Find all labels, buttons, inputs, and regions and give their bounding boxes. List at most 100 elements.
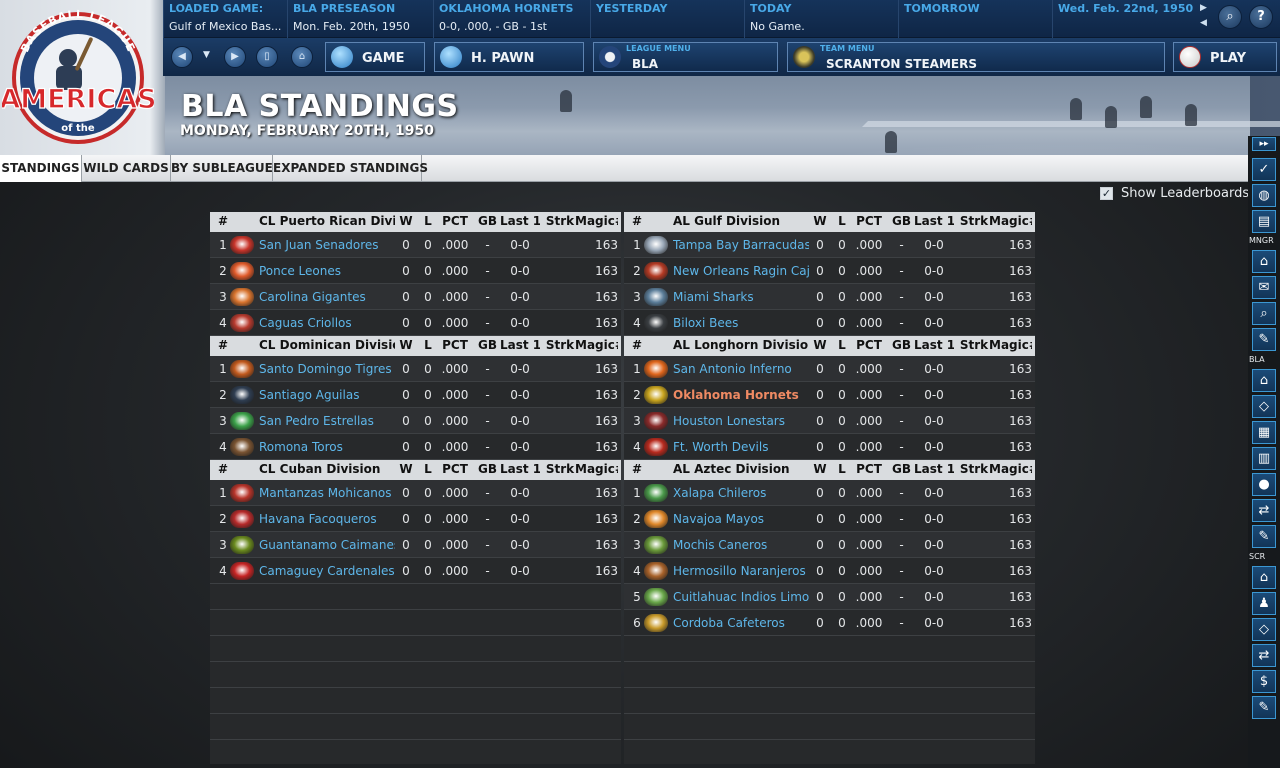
team-name-link[interactable]: Santo Domingo Tigres [259, 362, 395, 376]
table-icon[interactable]: ▦ [1252, 421, 1276, 444]
team-logo-icon[interactable] [230, 412, 254, 430]
column-header-strk[interactable]: Strk [957, 214, 991, 228]
team-logo-icon[interactable] [230, 510, 254, 528]
table-row[interactable]: 5 Cuitlahuac Indios Limon 0 0 .000 - 0-0 163 [624, 584, 1035, 610]
search-icon[interactable]: ⌕ [1218, 5, 1242, 29]
column-header-pct[interactable]: PCT [439, 214, 471, 228]
team-name-link[interactable]: San Antonio Inferno [673, 362, 809, 376]
column-header-num[interactable]: # [217, 462, 229, 476]
team-logo-icon[interactable] [644, 236, 668, 254]
table-row[interactable]: 2 Havana Facoqueros 0 0 .000 - 0-0 163 [210, 506, 621, 532]
scroll-left-icon[interactable]: ◀ [1200, 18, 1207, 28]
info-today[interactable]: TODAY No Game. [744, 0, 898, 38]
team-logo-icon[interactable] [644, 360, 668, 378]
forward-arrow-icon[interactable]: ▶ [224, 46, 246, 68]
team-name-link[interactable]: Biloxi Bees [673, 316, 809, 330]
table-row[interactable]: 2 New Orleans Ragin Cajuns 00 .000 - 0-0 163 [624, 258, 1035, 284]
team-logo-icon[interactable] [644, 510, 668, 528]
play-button[interactable]: PLAY [1173, 42, 1277, 72]
column-header-w[interactable]: W [811, 462, 829, 476]
column-header-l[interactable]: L [419, 338, 437, 352]
column-header-pct[interactable]: PCT [853, 214, 885, 228]
team-logo-icon[interactable] [644, 536, 668, 554]
globe-icon[interactable]: ◍ [1252, 184, 1276, 207]
team-name-link[interactable]: Houston Lonestars [673, 414, 809, 428]
column-header-num[interactable]: # [217, 338, 229, 352]
column-header-magic[interactable]: Magic# [989, 462, 1032, 476]
team-logo-icon[interactable] [644, 614, 668, 632]
column-header-l[interactable]: L [833, 338, 851, 352]
team-name-link[interactable]: Carolina Gigantes [259, 290, 395, 304]
table-row[interactable]: 3 Mochis Caneros 0 0 .000 - 0-0 163 [624, 532, 1035, 558]
search-icon[interactable]: ⌕ [1252, 302, 1276, 325]
team-name-link[interactable]: Hermosillo Naranjeros [673, 564, 809, 578]
help-icon[interactable]: ? [1249, 5, 1273, 29]
column-header-magic[interactable]: Magic# [575, 214, 618, 228]
column-header-strk[interactable]: Strk [543, 462, 577, 476]
table-row[interactable]: 4 Hermosillo Naranjeros 0 0 .000 - 0-0 163 [624, 558, 1035, 584]
team-logo-icon[interactable] [644, 484, 668, 502]
team-name-link[interactable]: Mantanzas Mohicanos [259, 486, 395, 500]
team-logo-icon[interactable] [644, 562, 668, 580]
column-header-gb[interactable]: GB [475, 338, 500, 352]
diamond-icon[interactable]: ◇ [1252, 618, 1276, 641]
table-row[interactable]: 3 Houston Lonestars 0 0 .000 - 0-0 163 [624, 408, 1035, 434]
table-row[interactable]: 3 Carolina Gigantes 0 0 .000 - 0-0 163 [210, 284, 621, 310]
table-row[interactable]: 3 Guantanamo Caimanes 0 0 .000 - 0-0 163 [210, 532, 621, 558]
info-next-date[interactable]: Wed. Feb. 22nd, 1950 [1052, 0, 1197, 38]
table-row[interactable]: 4 Ft. Worth Devils 0 0 .000 - 0-0 163 [624, 434, 1035, 460]
team-name-link[interactable]: Mochis Caneros [673, 538, 809, 552]
notebook-icon[interactable]: ▤ [1252, 210, 1276, 233]
column-header-num[interactable]: # [631, 338, 643, 352]
team-name-link[interactable]: San Pedro Estrellas [259, 414, 395, 428]
column-header-gb[interactable]: GB [889, 214, 914, 228]
team-logo-icon[interactable] [230, 438, 254, 456]
team-logo-icon[interactable] [230, 314, 254, 332]
history-dropdown-icon[interactable]: ▼ [203, 50, 210, 60]
column-header-num[interactable]: # [217, 214, 229, 228]
tab-by-subleague[interactable]: BY SUBLEAGUE [171, 155, 273, 182]
column-header-num[interactable]: # [631, 462, 643, 476]
show-leaderboards-toggle[interactable]: ✓ Show Leaderboards [1100, 186, 1249, 202]
table-row[interactable]: 1 Tampa Bay Barracudas 0 0 .000 - 0-0 163 [624, 232, 1035, 258]
table-row[interactable]: 1 Santo Domingo Tigres 0 0 .000 - 0-0 163 [210, 356, 621, 382]
team-name-link[interactable]: Caguas Criollos [259, 316, 395, 330]
scroll-right-icon[interactable]: ▶ [1200, 3, 1207, 13]
column-header-l[interactable]: L [833, 462, 851, 476]
dollar-icon[interactable]: $ [1252, 670, 1276, 693]
column-header-gb[interactable]: GB [475, 462, 500, 476]
game-menu-button[interactable]: GAME [325, 42, 425, 72]
column-header-last10[interactable]: Last 10 [914, 214, 954, 228]
team-name-link[interactable]: Navajoa Mayos [673, 512, 809, 526]
column-header-last10[interactable]: Last 10 [914, 462, 954, 476]
transactions-icon[interactable]: ⇄ [1252, 499, 1276, 522]
team-name-link[interactable]: Cordoba Cafeteros [673, 616, 809, 630]
team-logo-icon[interactable] [230, 536, 254, 554]
column-header-w[interactable]: W [397, 214, 415, 228]
team-name-link[interactable]: Ft. Worth Devils [673, 440, 809, 454]
team-logo-icon[interactable] [230, 484, 254, 502]
column-header-w[interactable]: W [811, 338, 829, 352]
team-name-link[interactable]: New Orleans Ragin Cajuns [673, 264, 809, 278]
table-row[interactable]: 3 Miami Sharks 0 0 .000 - 0-0 163 [624, 284, 1035, 310]
team-name-link[interactable]: Miami Sharks [673, 290, 809, 304]
player-icon[interactable]: ♟ [1252, 592, 1276, 615]
column-header-magic[interactable]: Magic# [989, 338, 1032, 352]
team-name-link[interactable]: Santiago Aguilas [259, 388, 395, 402]
table-row[interactable]: 1 San Juan Senadores 0 0 .000 - 0-0 163 [210, 232, 621, 258]
team-logo-icon[interactable] [230, 562, 254, 580]
info-tomorrow[interactable]: TOMORROW [898, 0, 1052, 38]
table-row[interactable]: 1 Mantanzas Mohicanos 0 0 .000 - 0-0 163 [210, 480, 621, 506]
info-team[interactable]: OKLAHOMA HORNETS 0-0, .000, - GB - 1st [433, 0, 590, 38]
team-logo-icon[interactable] [230, 288, 254, 306]
table-row[interactable]: 4 Romona Toros 0 0 .000 - 0-0 163 [210, 434, 621, 460]
league-menu-button[interactable]: LEAGUE MENU BLA [593, 42, 778, 72]
column-header-last10[interactable]: Last 10 [500, 338, 540, 352]
team-logo-icon[interactable] [644, 314, 668, 332]
table-row[interactable]: 3 San Pedro Estrellas 0 0 .000 - 0-0 163 [210, 408, 621, 434]
team-logo-icon[interactable] [230, 262, 254, 280]
column-header-magic[interactable]: Magic# [575, 462, 618, 476]
column-header-gb[interactable]: GB [475, 214, 500, 228]
tab-wild-cards[interactable]: WILD CARDS [82, 155, 171, 182]
wrench-icon[interactable]: ✎ [1252, 525, 1276, 548]
